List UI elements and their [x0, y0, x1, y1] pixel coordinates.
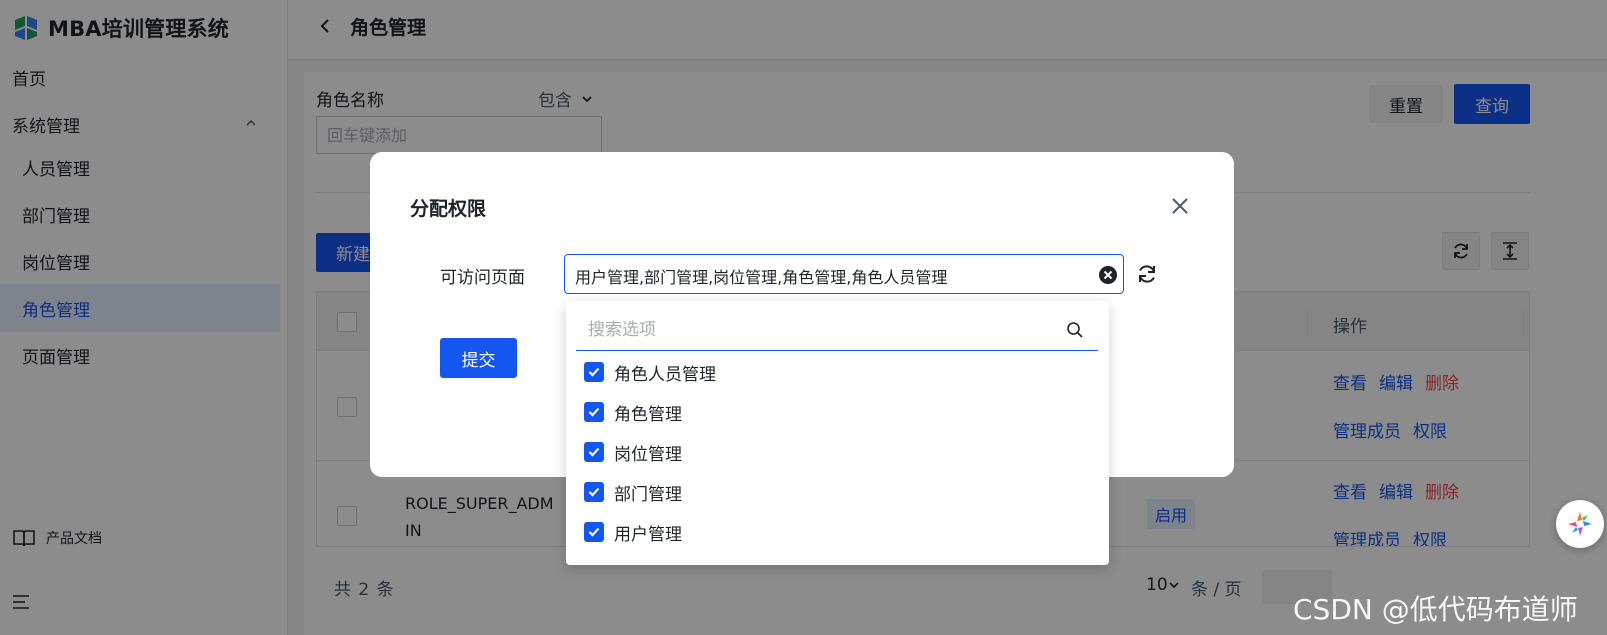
dialog-title: 分配权限: [410, 198, 487, 220]
option-departments[interactable]: 部门管理: [584, 477, 682, 507]
option-label: 岗位管理: [614, 444, 682, 465]
option-roles[interactable]: 角色管理: [584, 397, 682, 427]
close-icon: [1172, 198, 1188, 214]
accessible-pages-select[interactable]: 用户管理,部门管理,岗位管理,角色管理,角色人员管理: [564, 254, 1124, 294]
option-role-members[interactable]: 角色人员管理: [584, 357, 716, 387]
checkbox-checked-icon[interactable]: [584, 402, 604, 422]
checkbox-checked-icon[interactable]: [584, 522, 604, 542]
ai-assistant-button[interactable]: [1556, 500, 1604, 548]
pages-dropdown: 角色人员管理 角色管理 岗位管理 部门管理 用户管理: [566, 301, 1109, 565]
checkbox-checked-icon[interactable]: [584, 362, 604, 382]
option-label: 部门管理: [614, 484, 682, 505]
accessible-pages-label: 可访问页面: [440, 268, 525, 288]
close-button[interactable]: [1168, 194, 1192, 218]
option-positions[interactable]: 岗位管理: [584, 437, 682, 467]
option-label: 角色人员管理: [614, 364, 716, 385]
option-label: 用户管理: [614, 524, 682, 545]
checkbox-checked-icon[interactable]: [584, 442, 604, 462]
refresh-options-icon[interactable]: [1135, 262, 1159, 286]
option-label: 角色管理: [614, 404, 682, 425]
search-icon: [1067, 322, 1083, 338]
selected-pages-value: 用户管理,部门管理,岗位管理,角色管理,角色人员管理: [575, 268, 948, 287]
dropdown-search: [576, 309, 1098, 351]
sparkle-icon: [1568, 512, 1592, 536]
watermark: CSDN @低代码布道师: [1293, 593, 1578, 626]
clear-icon[interactable]: [1098, 265, 1118, 285]
submit-button[interactable]: 提交: [440, 338, 517, 378]
option-search-input[interactable]: [588, 318, 1048, 342]
checkbox-checked-icon[interactable]: [584, 482, 604, 502]
option-users[interactable]: 用户管理: [584, 517, 682, 547]
